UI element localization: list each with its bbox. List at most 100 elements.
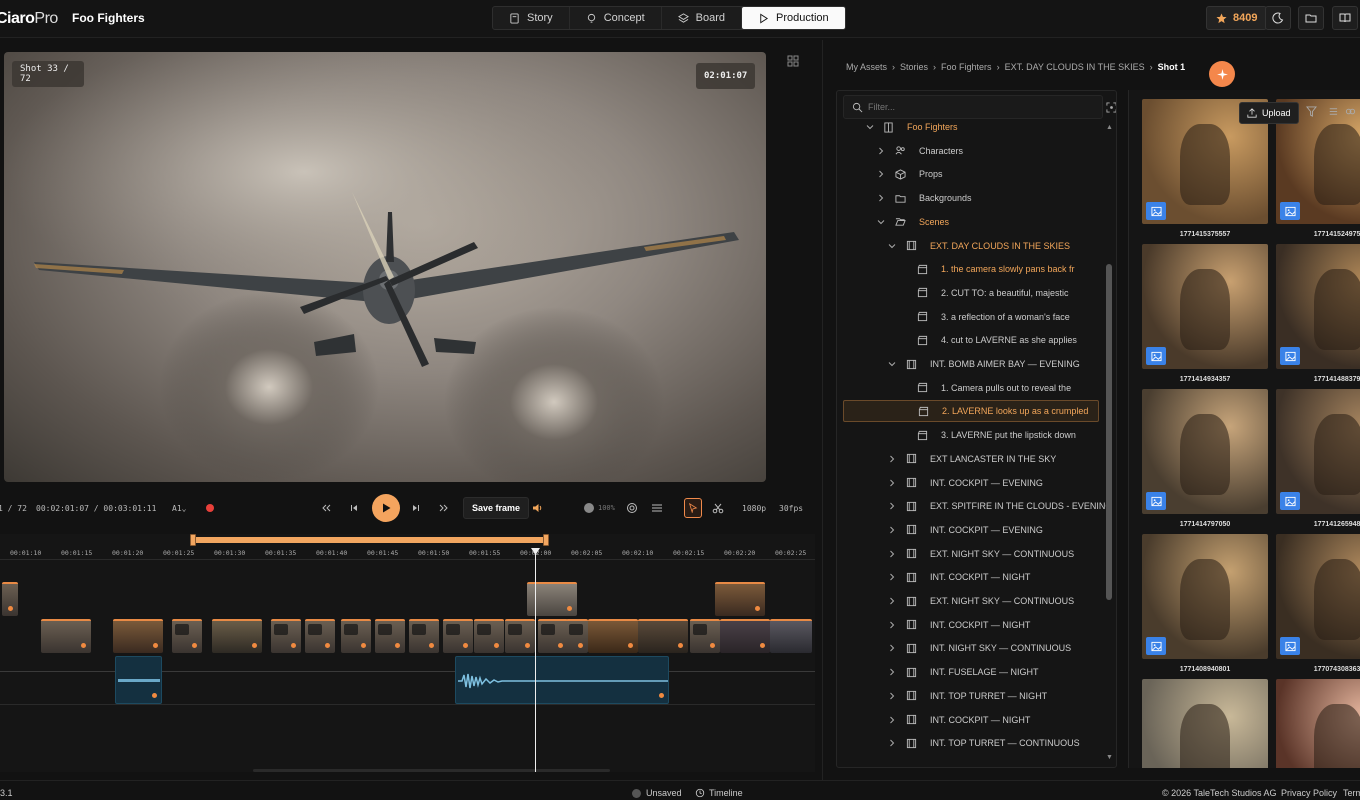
tree-item-scene[interactable]: INT. COCKPIT — NIGHT [837, 614, 1107, 636]
chevron-right-icon[interactable] [888, 739, 896, 747]
asset-thumbnail[interactable] [1276, 389, 1360, 514]
chevron-down-icon[interactable] [877, 218, 885, 226]
chevron-right-icon[interactable] [888, 621, 896, 629]
tree-item-shot[interactable]: 1. Camera pulls out to reveal the [837, 377, 1107, 399]
timeline-clip[interactable] [474, 619, 504, 653]
timeline-clip[interactable] [2, 582, 18, 616]
chevron-down-icon[interactable] [866, 123, 874, 131]
app-logo[interactable]: CiaroPro [0, 10, 58, 28]
chevron-right-icon[interactable] [877, 194, 885, 202]
book-open-button[interactable] [1332, 6, 1358, 30]
tree-item-scene[interactable]: INT. TOP TURRET — CONTINUOUS [837, 732, 1107, 754]
range-selection[interactable] [193, 537, 547, 543]
breadcrumb-item[interactable]: Foo Fighters [941, 62, 992, 72]
tree-item-scene[interactable]: INT. COCKPIT — NIGHT [837, 709, 1107, 731]
breadcrumb-item[interactable]: My Assets [846, 62, 887, 72]
tree-item-shot[interactable]: 2. CUT TO: a beautiful, majestic [837, 282, 1107, 304]
audio-clip[interactable] [455, 656, 669, 704]
opacity-slider-handle[interactable] [584, 503, 594, 513]
breadcrumb-item[interactable]: EXT. DAY CLOUDS IN THE SKIES [1005, 62, 1145, 72]
link-button[interactable] [1345, 106, 1357, 118]
chevron-down-icon[interactable] [888, 360, 896, 368]
timeline-clip[interactable] [720, 619, 770, 653]
theme-toggle-button[interactable] [1265, 6, 1291, 30]
range-end-handle[interactable] [543, 534, 549, 546]
privacy-link[interactable]: Privacy Policy [1281, 788, 1337, 798]
timeline-clip[interactable] [538, 619, 568, 653]
terms-link[interactable]: Terms [1343, 788, 1360, 798]
tree-item-scene[interactable]: INT. FUSELAGE — NIGHT [837, 661, 1107, 683]
chevron-right-icon[interactable] [888, 692, 896, 700]
range-start-handle[interactable] [190, 534, 196, 546]
tree-item[interactable]: Backgrounds [837, 187, 1107, 209]
timeline-clip[interactable] [638, 619, 688, 653]
timeline-clip[interactable] [341, 619, 371, 653]
audio-clip[interactable] [115, 656, 162, 704]
previous-frame-button[interactable] [347, 501, 361, 515]
timeline[interactable]: 00:01:10 00:01:15 00:01:20 00:01:25 00:0… [0, 534, 815, 772]
playhead[interactable] [535, 550, 536, 772]
chevron-right-icon[interactable] [888, 597, 896, 605]
save-frame-button[interactable]: Save frame [463, 497, 530, 519]
tree-item-scene[interactable]: EXT. SPITFIRE IN THE CLOUDS - EVENING [837, 495, 1112, 517]
tree-item-shot[interactable]: 2. LAVERNE looks up as a crumpled [843, 400, 1099, 423]
ai-assist-button[interactable] [1209, 61, 1235, 87]
chevron-right-icon[interactable] [888, 668, 896, 676]
upload-button[interactable]: Upload [1239, 102, 1299, 124]
asset-thumbnail[interactable] [1142, 679, 1268, 768]
tree-item-scene[interactable]: INT. COCKPIT — NIGHT [837, 566, 1107, 588]
tab-production[interactable]: Production [742, 7, 845, 29]
asset-thumbnail[interactable] [1276, 244, 1360, 369]
cut-tool-button[interactable] [711, 501, 725, 515]
timeline-clip[interactable] [172, 619, 202, 653]
credits-button[interactable]: 8409 [1206, 6, 1268, 30]
timeline-clip[interactable] [375, 619, 405, 653]
tree-item-scene[interactable]: INT. COCKPIT — EVENING [837, 519, 1107, 541]
timeline-link[interactable]: Timeline [709, 788, 743, 798]
chevron-right-icon[interactable] [888, 573, 896, 581]
timeline-clip[interactable] [690, 619, 720, 653]
tree-item-scene[interactable]: EXT. NIGHT SKY — CONTINUOUS [837, 590, 1107, 612]
asset-thumbnail[interactable] [1142, 244, 1268, 369]
tree-item-scene[interactable]: EXT. DAY CLOUDS IN THE SKIES [837, 235, 1107, 257]
timeline-clip[interactable] [566, 619, 588, 653]
select-tool-button[interactable] [684, 498, 702, 518]
filter-input[interactable] [868, 100, 1068, 114]
play-button[interactable] [372, 494, 400, 522]
tree-item-scene[interactable]: INT. NIGHT SKY — CONTINUOUS [837, 637, 1107, 659]
tree-scrollbar[interactable]: ▲ ▼ [1106, 124, 1113, 762]
chevron-right-icon[interactable] [888, 550, 896, 558]
asset-thumbnail[interactable] [1142, 534, 1268, 659]
rewind-button[interactable] [319, 501, 333, 515]
record-button[interactable] [206, 504, 214, 512]
tree-item-scene[interactable]: EXT. NIGHT SKY — CONTINUOUS [837, 543, 1107, 565]
asset-thumbnail[interactable] [1142, 389, 1268, 514]
filter-button[interactable] [1305, 106, 1318, 118]
list-view-button[interactable] [1327, 106, 1339, 118]
timeline-clip[interactable] [41, 619, 91, 653]
tree-item-shot[interactable]: 3. LAVERNE put the lipstick down [837, 424, 1107, 446]
tree-item[interactable]: Characters [837, 140, 1107, 162]
asset-thumbnail[interactable] [1276, 679, 1360, 768]
chevron-right-icon[interactable] [888, 502, 896, 510]
chevron-right-icon[interactable] [888, 455, 896, 463]
chevron-right-icon[interactable] [888, 479, 896, 487]
chevron-right-icon[interactable] [888, 716, 896, 724]
grid-view-button[interactable] [787, 55, 807, 73]
timeline-scrollbar[interactable] [253, 769, 610, 772]
chevron-right-icon[interactable] [877, 147, 885, 155]
timeline-clip[interactable] [409, 619, 439, 653]
timeline-clip[interactable] [305, 619, 335, 653]
folder-button[interactable] [1298, 6, 1324, 30]
timeline-clip[interactable] [443, 619, 473, 653]
tree-item-scene[interactable]: EXT LANCASTER IN THE SKY [837, 448, 1107, 470]
timeline-clip[interactable] [770, 619, 812, 653]
tree-item-scene[interactable]: INT. TOP TURRET — NIGHT [837, 685, 1107, 707]
chevron-right-icon[interactable] [888, 644, 896, 652]
time-ruler[interactable]: 00:01:10 00:01:15 00:01:20 00:01:25 00:0… [0, 546, 815, 560]
audio-track-select[interactable]: A1⌄ [172, 504, 186, 513]
settings-sliders-button[interactable] [650, 501, 664, 515]
asset-thumbnail[interactable] [1276, 534, 1360, 659]
tab-concept[interactable]: Concept [570, 7, 662, 29]
chevron-right-icon[interactable] [888, 526, 896, 534]
